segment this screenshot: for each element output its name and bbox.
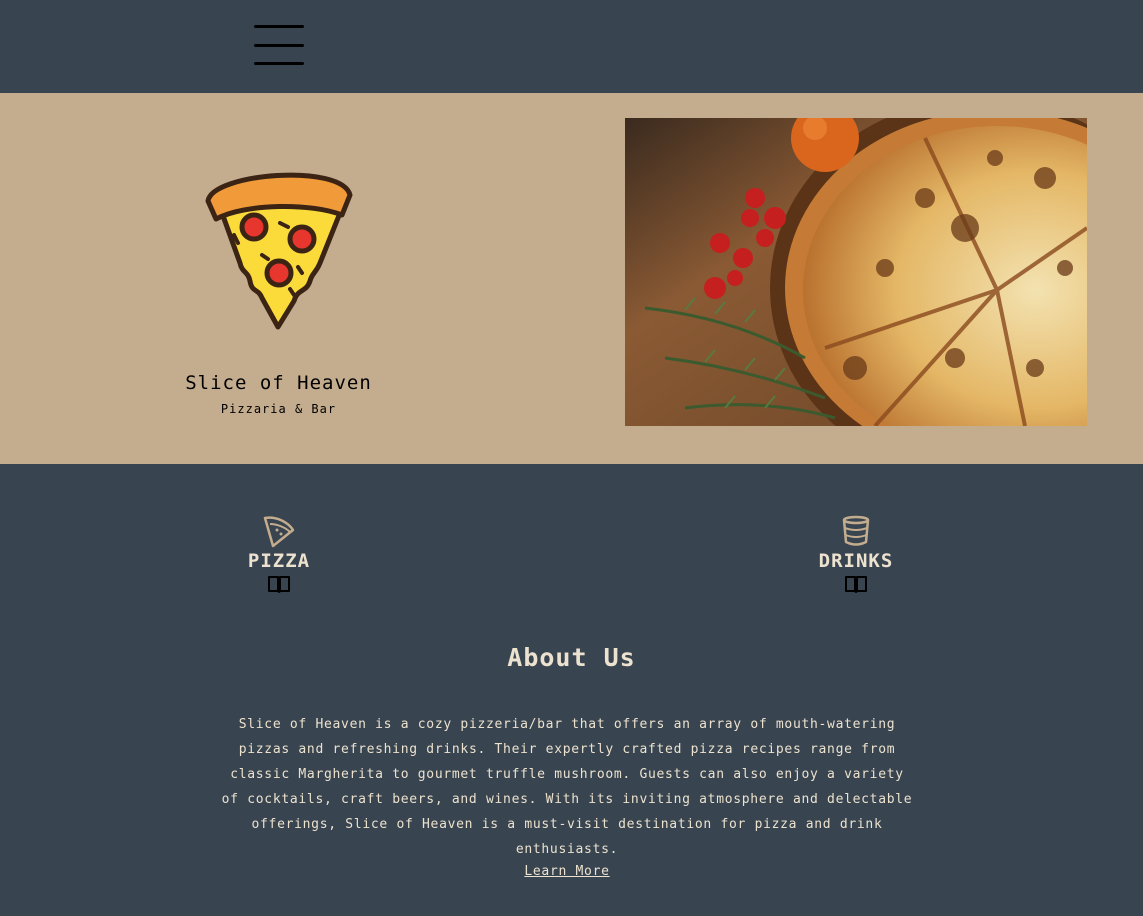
category-label: PIZZA (247, 550, 311, 572)
hero-section: Slice of Heaven Pizzaria & Bar (0, 93, 1143, 464)
top-bar (0, 0, 1143, 93)
about-description: Slice of Heaven is a cozy pizzeria/bar t… (221, 717, 913, 857)
open-book-icon[interactable] (844, 574, 868, 594)
pizza-slice-icon (263, 516, 295, 548)
brand-name: Slice of Heaven (185, 372, 372, 394)
cup-icon (842, 515, 870, 546)
pizza-photo (625, 118, 1087, 426)
learn-more-link[interactable]: Learn More (0, 864, 1134, 879)
menu-category-drinks[interactable]: DRINKS (756, 514, 956, 594)
open-book-icon[interactable] (267, 574, 291, 594)
hamburger-menu-icon[interactable] (254, 25, 304, 66)
pizza-slice-logo (205, 172, 353, 330)
brand-tagline: Pizzaria & Bar (220, 402, 337, 416)
menu-category-pizza[interactable]: PIZZA (179, 514, 379, 594)
about-title: About Us (507, 643, 636, 672)
category-label: DRINKS (818, 550, 894, 572)
